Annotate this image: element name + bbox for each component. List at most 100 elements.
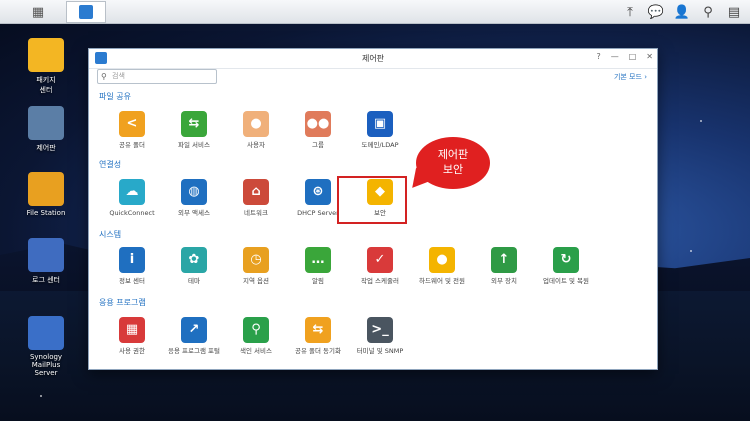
section-title: 연결성: [99, 160, 122, 169]
window-titlebar[interactable]: 제어판 ? — □ ✕: [89, 49, 657, 69]
maximize-icon[interactable]: □: [629, 52, 637, 61]
file-services-icon: ⇆: [181, 111, 207, 137]
control-panel-item[interactable]: >_ 터미널 및 SNMP: [345, 317, 415, 355]
control-panel-window: 제어판 ? — □ ✕ ⚲ 검색 기본 모드 › 파일 공유 < 공유 폴더 ⇆ 파일 서비스…: [88, 48, 658, 370]
taskbar-tray: ⤒ 💬 👤 ⚲ ▤: [620, 2, 744, 22]
control-panel-item[interactable]: ●● 그룹: [283, 111, 353, 149]
minimize-icon[interactable]: —: [611, 52, 619, 61]
search-input[interactable]: ⚲ 검색: [97, 69, 217, 84]
control-panel-item[interactable]: < 공유 폴더: [97, 111, 167, 149]
item-label: 작업 스케줄러: [361, 277, 399, 285]
callout-line2: 보안: [442, 163, 464, 176]
chevron-right-icon: ›: [644, 73, 647, 81]
item-label: 지역 옵션: [243, 277, 269, 285]
control-panel-item[interactable]: ⌂ 네트워크: [221, 179, 291, 217]
desktop-item[interactable]: 로그 센터: [20, 238, 72, 285]
item-label: 외부 액세스: [178, 209, 210, 217]
control-panel-item[interactable]: ⇆ 공유 폴더 동기화: [283, 317, 353, 355]
desktop-item[interactable]: Synology MailPlus Server: [20, 316, 72, 377]
quickconnect-icon: ☁: [119, 179, 145, 205]
item-label: 사용 권한: [119, 347, 145, 355]
item-label: 하드웨어 및 전원: [419, 277, 465, 285]
item-label: 응용 프로그램 포털: [168, 347, 220, 355]
info-icon: i: [119, 247, 145, 273]
desktop-item-label: 로그 센터: [32, 276, 60, 284]
item-label: 공유 폴더 동기화: [295, 347, 341, 355]
desktop-item-label: 패키지 센터: [36, 76, 56, 94]
item-label: 사용자: [247, 141, 265, 149]
control-panel-item[interactable]: ✓ 작업 스케줄러: [345, 247, 415, 285]
item-label: 그룹: [312, 141, 324, 149]
control-panel-item[interactable]: i 정보 센터: [97, 247, 167, 285]
search-icon[interactable]: ⚲: [698, 2, 718, 22]
control-panel-item[interactable]: ⚲ 색인 서비스: [221, 317, 291, 355]
close-icon[interactable]: ✕: [646, 52, 653, 61]
privileges-icon: ▦: [119, 317, 145, 343]
control-panel-item[interactable]: ▣ 도메인/LDAP: [345, 111, 415, 149]
update-restore-icon: ↻: [553, 247, 579, 273]
network-icon: ⌂: [243, 179, 269, 205]
callout-line1: 제어판: [437, 148, 469, 161]
callout-bubble: 제어판 보안: [416, 137, 490, 189]
control-panel-icon: [79, 5, 93, 19]
control-panel-item[interactable]: ● 하드웨어 및 전원: [407, 247, 477, 285]
external-devices-icon: ↑: [491, 247, 517, 273]
item-label: 정보 센터: [119, 277, 145, 285]
package-center-icon: [28, 38, 64, 72]
search-placeholder: 검색: [112, 72, 125, 80]
application-portal-icon: ↗: [181, 317, 207, 343]
external-access-icon: ◍: [181, 179, 207, 205]
section-title: 시스템: [99, 230, 122, 239]
control-panel-icon: [28, 106, 64, 140]
control-panel-item[interactable]: … 알림: [283, 247, 353, 285]
main-menu-button[interactable]: ▦: [24, 1, 52, 23]
grid-icon: ▦: [31, 4, 45, 20]
basic-mode-link[interactable]: 기본 모드 ›: [614, 72, 647, 82]
desktop-item-label: 제어판: [36, 144, 56, 152]
item-label: 색인 서비스: [240, 347, 272, 355]
control-panel-item[interactable]: ⇆ 파일 서비스: [159, 111, 229, 149]
widgets-icon[interactable]: ▤: [724, 2, 744, 22]
section-title: 응용 프로그램: [99, 298, 146, 307]
regional-options-icon: ◷: [243, 247, 269, 273]
basic-mode-label: 기본 모드: [613, 73, 642, 81]
taskbar-control-panel-button[interactable]: [66, 1, 106, 23]
desktop-item-label: File Station: [26, 209, 66, 217]
item-label: 알림: [312, 277, 324, 285]
control-panel-item[interactable]: ☁ QuickConnect: [97, 179, 167, 217]
control-panel-item[interactable]: ↻ 업데이트 및 복원: [531, 247, 601, 285]
control-panel-item[interactable]: ↗ 응용 프로그램 포털: [159, 317, 229, 355]
control-panel-item[interactable]: ◷ 지역 옵션: [221, 247, 291, 285]
terminal-icon: >_: [367, 317, 393, 343]
desktop-item[interactable]: 패키지 센터: [20, 38, 72, 95]
control-panel-item[interactable]: ↑ 외부 장치: [469, 247, 539, 285]
search-icon: ⚲: [101, 72, 107, 81]
security-highlight-box: [337, 176, 407, 224]
window-title: 제어판: [361, 54, 385, 63]
upload-icon[interactable]: ⤒: [620, 2, 640, 22]
chat-icon[interactable]: 💬: [646, 2, 666, 22]
help-icon[interactable]: ?: [596, 52, 600, 61]
dhcp-icon: ⊛: [305, 179, 331, 205]
shared-folder-sync-icon: ⇆: [305, 317, 331, 343]
group-icon: ●●: [305, 111, 331, 137]
folder-icon: [28, 172, 64, 206]
item-label: 업데이트 및 복원: [543, 277, 589, 285]
control-panel-item[interactable]: ✿ 테마: [159, 247, 229, 285]
window-controls: ? — □ ✕: [596, 52, 653, 61]
control-panel-item[interactable]: ● 사용자: [221, 111, 291, 149]
item-label: 터미널 및 SNMP: [356, 347, 404, 355]
desktop-item[interactable]: 제어판: [20, 106, 72, 153]
user-icon[interactable]: 👤: [672, 2, 692, 22]
ldap-icon: ▣: [367, 111, 393, 137]
desktop-item-label: Synology MailPlus Server: [29, 353, 63, 377]
item-label: 도메인/LDAP: [361, 141, 399, 149]
item-label: 공유 폴더: [119, 141, 145, 149]
desktop-item[interactable]: File Station: [20, 172, 72, 217]
notification-icon: …: [305, 247, 331, 273]
item-label: 테마: [188, 277, 200, 285]
indexing-service-icon: ⚲: [243, 317, 269, 343]
control-panel-item[interactable]: ◍ 외부 액세스: [159, 179, 229, 217]
item-label: 외부 장치: [491, 277, 517, 285]
control-panel-item[interactable]: ▦ 사용 권한: [97, 317, 167, 355]
